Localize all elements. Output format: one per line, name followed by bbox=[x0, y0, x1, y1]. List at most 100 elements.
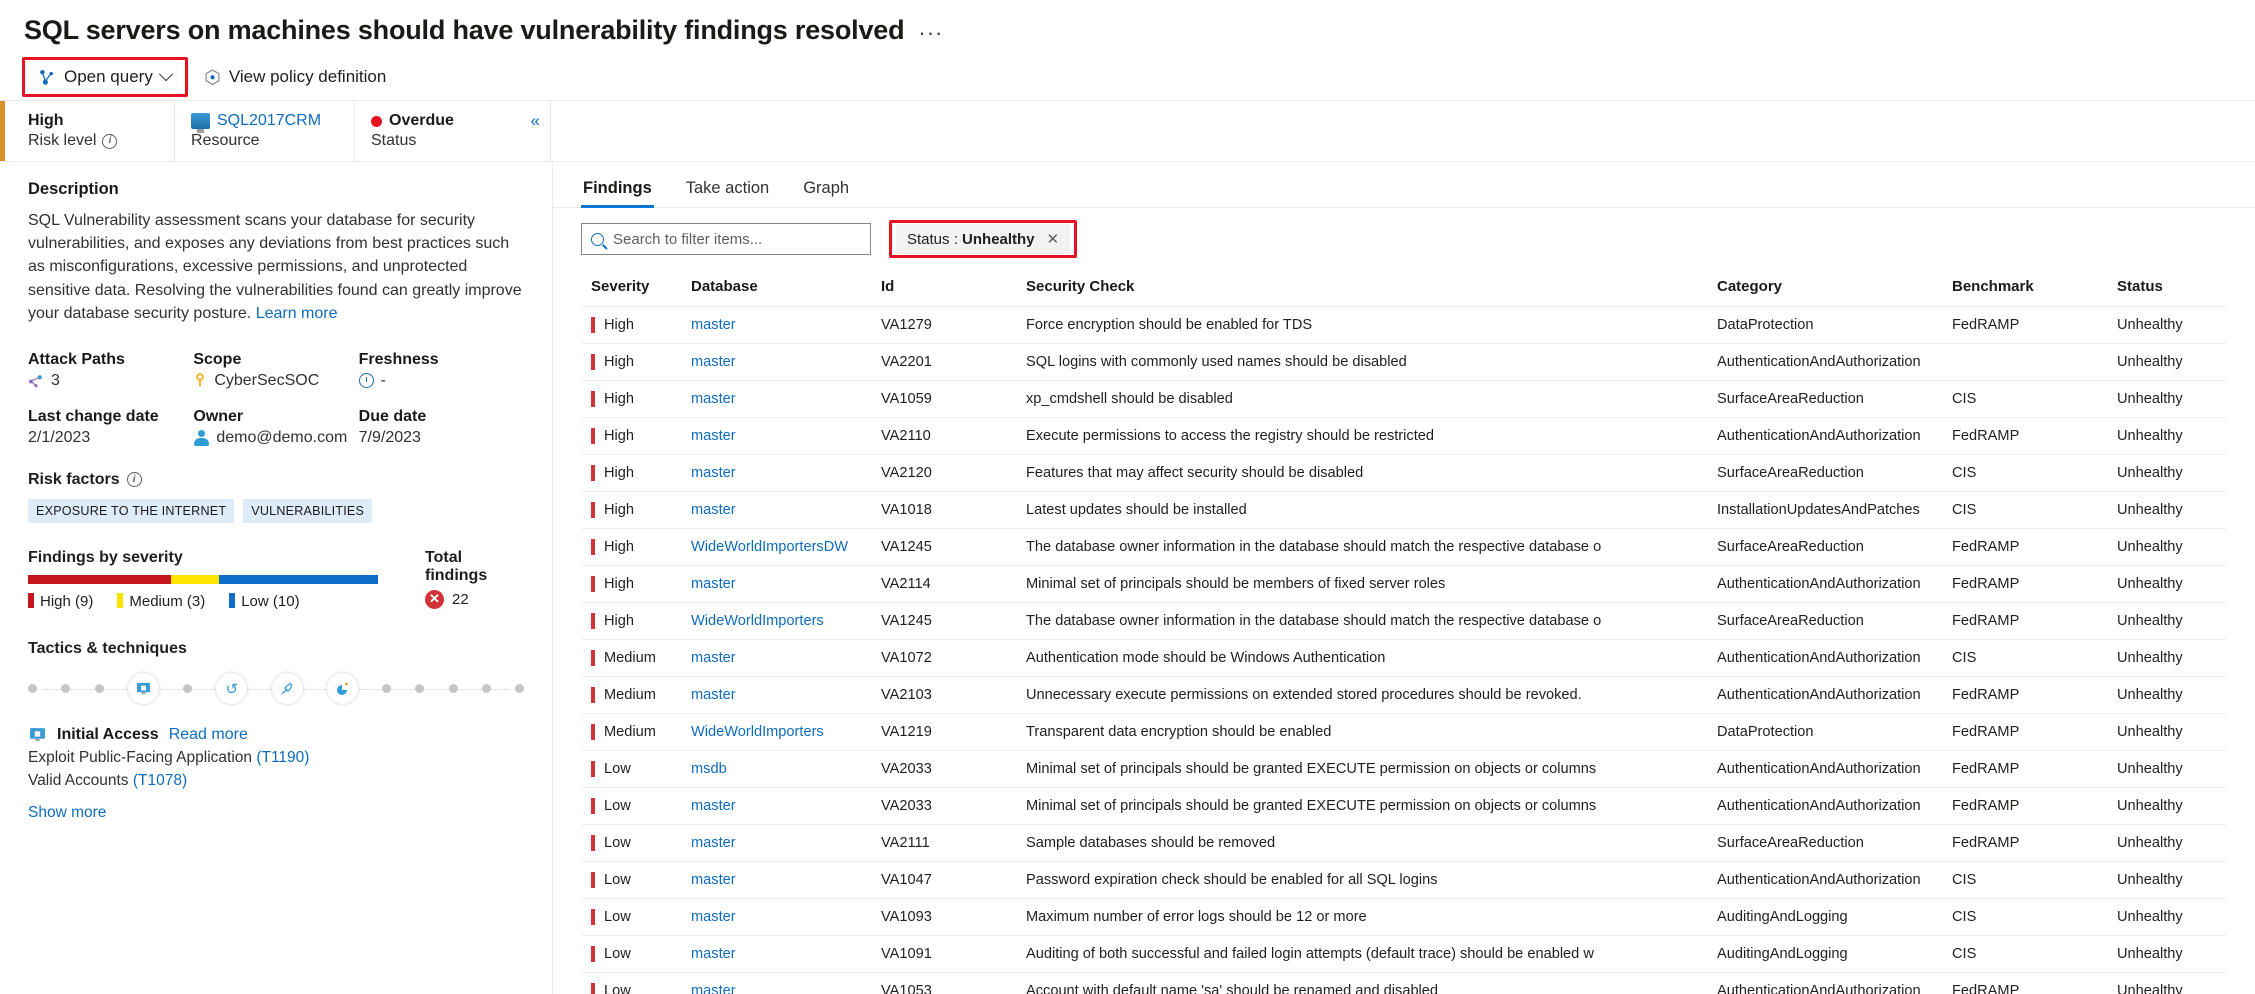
info-icon[interactable]: i bbox=[126, 472, 142, 488]
rocket-icon[interactable] bbox=[271, 673, 303, 705]
cell-database[interactable]: master bbox=[681, 824, 871, 862]
database-link[interactable]: WideWorldImportersDW bbox=[691, 539, 848, 555]
database-link[interactable]: master bbox=[691, 983, 736, 994]
column-header-benchmark[interactable]: Benchmark bbox=[1942, 270, 2107, 307]
table-row[interactable]: Low master VA1053 Account with default name… bbox=[581, 972, 2227, 994]
column-header-security-check[interactable]: Security Check bbox=[1016, 270, 1707, 307]
cell-database[interactable]: master bbox=[681, 343, 871, 381]
tactic-dot[interactable] bbox=[515, 684, 524, 694]
cell-database[interactable]: master bbox=[681, 972, 871, 994]
database-link[interactable]: master bbox=[691, 428, 736, 444]
table-row[interactable]: High master VA1018 Latest updates should be… bbox=[581, 491, 2227, 529]
info-icon[interactable]: i bbox=[102, 133, 118, 149]
table-row[interactable]: Medium master VA2103 Unnecessary execute pe… bbox=[581, 676, 2227, 714]
column-header-category[interactable]: Category bbox=[1707, 270, 1942, 307]
cell-database[interactable]: master bbox=[681, 898, 871, 936]
database-link[interactable]: master bbox=[691, 502, 736, 518]
table-row[interactable]: Low master VA1091 Auditing of both successf… bbox=[581, 935, 2227, 973]
more-options-icon[interactable]: ··· bbox=[918, 14, 943, 46]
cell-database[interactable]: WideWorldImportersDW bbox=[681, 528, 871, 566]
table-row[interactable]: Low master VA2111 Sample databases should b… bbox=[581, 824, 2227, 862]
cell-security-check: Password expiration check should be enab… bbox=[1016, 861, 1707, 899]
tactic-dot[interactable] bbox=[415, 684, 425, 694]
search-input[interactable] bbox=[613, 230, 861, 248]
cell-database[interactable]: master bbox=[681, 491, 871, 529]
database-link[interactable]: master bbox=[691, 909, 736, 925]
cell-database[interactable]: master bbox=[681, 565, 871, 603]
database-link[interactable]: WideWorldImporters bbox=[691, 724, 824, 740]
table-row[interactable]: High master VA1059 xp_cmdshell should be di… bbox=[581, 380, 2227, 418]
table-row[interactable]: Medium master VA1072 Authentication mode sh… bbox=[581, 639, 2227, 677]
table-row[interactable]: Low master VA1093 Maximum number of error l… bbox=[581, 898, 2227, 936]
collapse-panel-icon[interactable]: « bbox=[531, 111, 540, 131]
cell-database[interactable]: master bbox=[681, 787, 871, 825]
database-link[interactable]: master bbox=[691, 576, 736, 592]
tactic-dot[interactable] bbox=[448, 684, 458, 694]
search-box[interactable] bbox=[581, 223, 871, 255]
database-link[interactable]: master bbox=[691, 391, 736, 407]
database-link[interactable]: msdb bbox=[691, 761, 727, 777]
table-row[interactable]: High master VA2110 Execute permissions to a… bbox=[581, 417, 2227, 455]
column-header-severity[interactable]: Severity bbox=[581, 270, 681, 307]
database-link[interactable]: WideWorldImporters bbox=[691, 613, 824, 629]
table-row[interactable]: Low msdb VA2033 Minimal set of principals s… bbox=[581, 750, 2227, 788]
table-row[interactable]: High WideWorldImportersDW VA1245 The databa… bbox=[581, 528, 2227, 566]
cell-database[interactable]: master bbox=[681, 676, 871, 714]
database-link[interactable]: master bbox=[691, 650, 736, 666]
database-link[interactable]: master bbox=[691, 872, 736, 888]
table-row[interactable]: Medium WideWorldImporters VA1219 Transparen… bbox=[581, 713, 2227, 751]
cell-database[interactable]: master bbox=[681, 935, 871, 973]
tactic-dot[interactable] bbox=[94, 684, 104, 694]
show-more-link[interactable]: Show more bbox=[28, 804, 524, 822]
open-query-button[interactable]: Open query bbox=[29, 61, 181, 93]
database-link[interactable]: master bbox=[691, 835, 736, 851]
cell-database[interactable]: msdb bbox=[681, 750, 871, 788]
refresh-icon[interactable]: ↺ bbox=[216, 673, 248, 705]
tactic-dot[interactable] bbox=[382, 684, 391, 694]
tab-take-action[interactable]: Take action bbox=[684, 176, 771, 207]
database-link[interactable]: master bbox=[691, 798, 736, 814]
column-header-database[interactable]: Database bbox=[681, 270, 871, 307]
database-link[interactable]: master bbox=[691, 687, 736, 703]
read-more-link[interactable]: Read more bbox=[169, 726, 248, 744]
table-row[interactable]: High WideWorldImporters VA1245 The database… bbox=[581, 602, 2227, 640]
close-icon[interactable]: ✕ bbox=[1047, 230, 1060, 248]
table-row[interactable]: Low master VA2033 Minimal set of principals… bbox=[581, 787, 2227, 825]
cell-category: SurfaceAreaReduction bbox=[1707, 824, 1942, 862]
database-link[interactable]: master bbox=[691, 946, 736, 962]
cell-database[interactable]: master bbox=[681, 639, 871, 677]
tab-graph[interactable]: Graph bbox=[801, 176, 851, 207]
table-row[interactable]: High master VA2201 SQL logins with commonly… bbox=[581, 343, 2227, 381]
cell-database[interactable]: WideWorldImporters bbox=[681, 602, 871, 640]
cell-database[interactable]: master bbox=[681, 306, 871, 344]
resource-value-row[interactable]: SQL2017CRM bbox=[191, 112, 338, 133]
cell-database[interactable]: WideWorldImporters bbox=[681, 713, 871, 751]
monitor-icon[interactable] bbox=[127, 673, 159, 705]
column-header-id[interactable]: Id bbox=[871, 270, 1016, 307]
view-policy-definition-button[interactable]: View policy definition bbox=[194, 61, 397, 93]
table-row[interactable]: High master VA2120 Features that may affect… bbox=[581, 454, 2227, 492]
database-link[interactable]: master bbox=[691, 354, 736, 370]
tactic-dot[interactable] bbox=[61, 684, 71, 694]
status-filter-pill[interactable]: Status : Unhealthy ✕ bbox=[896, 224, 1071, 254]
cell-database[interactable]: master bbox=[681, 417, 871, 455]
cell-database[interactable]: master bbox=[681, 380, 871, 418]
cell-database[interactable]: master bbox=[681, 861, 871, 899]
table-row[interactable]: High master VA2114 Minimal set of principal… bbox=[581, 565, 2227, 603]
column-header-status[interactable]: Status bbox=[2107, 270, 2227, 307]
resource-link[interactable]: SQL2017CRM bbox=[217, 112, 321, 130]
database-link[interactable]: master bbox=[691, 317, 736, 333]
cell-status: Unhealthy bbox=[2107, 306, 2227, 344]
tactic-dot[interactable] bbox=[28, 684, 37, 694]
table-row[interactable]: High master VA1279 Force encryption should … bbox=[581, 306, 2227, 344]
cell-database[interactable]: master bbox=[681, 454, 871, 492]
cell-id: VA2110 bbox=[871, 417, 1016, 455]
database-link[interactable]: master bbox=[691, 465, 736, 481]
tactic-dot[interactable] bbox=[481, 684, 491, 694]
tactic-dot[interactable] bbox=[183, 684, 192, 694]
learn-more-link[interactable]: Learn more bbox=[256, 305, 338, 322]
chevron-down-icon[interactable] bbox=[158, 67, 173, 82]
table-row[interactable]: Low master VA1047 Password expiration check… bbox=[581, 861, 2227, 899]
pie-icon[interactable] bbox=[326, 673, 358, 705]
tab-findings[interactable]: Findings bbox=[581, 176, 654, 208]
